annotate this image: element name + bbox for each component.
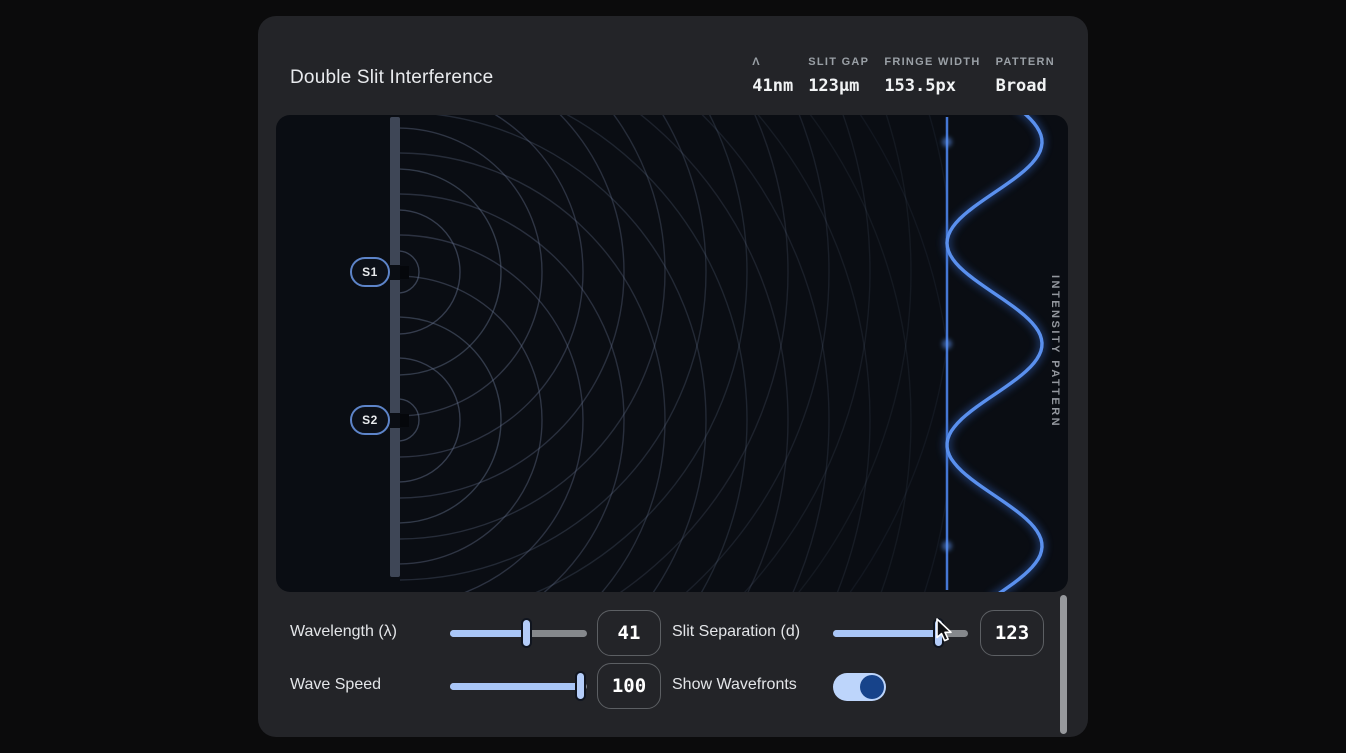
wavefront-rings (276, 115, 952, 592)
stat-pattern-value: Broad (996, 76, 1047, 96)
stat-fringe-width: FRINGE WIDTH 153.5px (884, 56, 980, 96)
wavelength-slider[interactable] (450, 630, 587, 637)
wavelength-slider-fill (450, 630, 527, 637)
show-wavefronts-toggle[interactable] (833, 673, 886, 701)
stats-bar: Λ 41nm SLIT GAP 123μm FRINGE WIDTH 153.5… (752, 56, 1055, 96)
wave-speed-slider-fill (450, 683, 580, 690)
wavelength-slider-thumb[interactable] (521, 618, 532, 648)
wave-speed-slider-thumb[interactable] (575, 671, 586, 701)
wavelength-label: Wavelength (λ) (290, 623, 397, 641)
stat-lambda: Λ 41nm (752, 56, 793, 96)
wave-speed-value[interactable]: 100 (597, 663, 661, 709)
intensity-curve (947, 115, 1042, 592)
slit-notch-1 (400, 266, 409, 279)
slit-notch-2 (400, 414, 409, 427)
slit-separation-slider-fill (833, 630, 938, 637)
wave-svg (276, 115, 1068, 592)
stat-pattern-label: PATTERN (996, 56, 1055, 68)
wave-speed-slider[interactable] (450, 683, 587, 690)
stat-lambda-value: 41nm (752, 76, 793, 96)
slit-s1-badge: S1 (350, 257, 390, 287)
wavelength-value[interactable]: 41 (597, 610, 661, 656)
app-card: Double Slit Interference Λ 41nm SLIT GAP… (258, 16, 1088, 737)
slit-s2-badge: S2 (350, 405, 390, 435)
wave-speed-label: Wave Speed (290, 676, 381, 694)
slit-separation-slider-thumb[interactable] (933, 618, 944, 648)
intensity-pattern-label: INTENSITY PATTERN (1049, 275, 1061, 428)
stat-pattern: PATTERN Broad (996, 56, 1055, 96)
scrollbar-thumb[interactable] (1060, 595, 1067, 734)
stat-fringe-width-value: 153.5px (884, 76, 956, 96)
stat-slit-gap: SLIT GAP 123μm (808, 56, 869, 96)
page-title: Double Slit Interference (290, 67, 493, 89)
stat-lambda-label: Λ (752, 56, 761, 68)
show-wavefronts-label: Show Wavefronts (672, 676, 797, 694)
slit-gap-1 (389, 265, 401, 280)
stat-fringe-width-label: FRINGE WIDTH (884, 56, 980, 68)
toggle-knob (860, 675, 884, 699)
slit-separation-value[interactable]: 123 (980, 610, 1044, 656)
stat-slit-gap-value: 123μm (808, 76, 859, 96)
stat-slit-gap-label: SLIT GAP (808, 56, 869, 68)
barrier (390, 117, 400, 577)
slit-separation-label: Slit Separation (d) (672, 623, 800, 641)
simulation-canvas[interactable]: S1 S2 INTENSITY PATTERN (276, 115, 1068, 592)
slit-separation-slider[interactable] (833, 630, 968, 637)
slit-gap-2 (389, 413, 401, 428)
